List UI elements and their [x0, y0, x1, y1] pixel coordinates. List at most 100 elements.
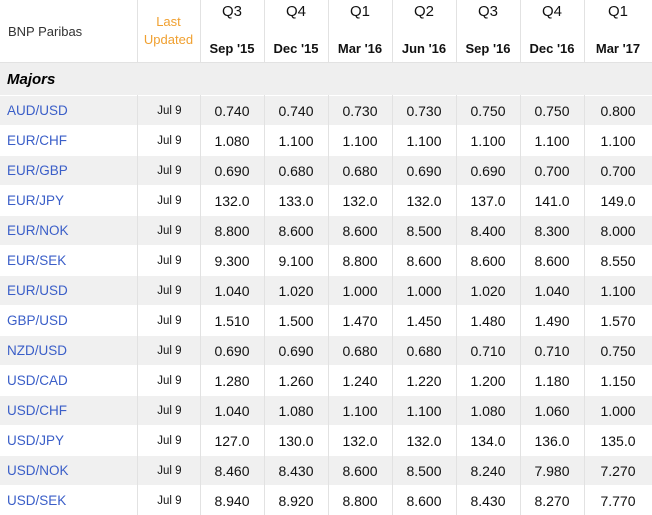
forecast-value-cell: 8.600 — [520, 246, 584, 276]
quarter-label: Q4 — [286, 3, 306, 20]
quarter-date: Sep '15 — [209, 41, 254, 56]
currency-pair-cell: USD/CAD — [0, 366, 137, 396]
table-row: EUR/JPYJul 9132.0133.0132.0132.0137.0141… — [0, 186, 652, 216]
table-row: EUR/SEKJul 99.3009.1008.8008.6008.6008.6… — [0, 246, 652, 276]
currency-pair-link[interactable]: EUR/CHF — [7, 133, 67, 148]
forecast-value-cell: 1.100 — [328, 396, 392, 426]
forecast-value-cell: 8.600 — [264, 216, 328, 246]
forecast-value-cell: 0.800 — [584, 96, 652, 126]
forecast-value-cell: 8.920 — [264, 486, 328, 515]
quarter-label: Q4 — [542, 3, 562, 20]
currency-pair-link[interactable]: NZD/USD — [7, 343, 67, 358]
last-updated-header: Last Updated — [137, 0, 200, 63]
forecast-value-cell: 1.020 — [264, 276, 328, 306]
forecast-value-cell: 0.710 — [456, 336, 520, 366]
forecast-value-cell: 132.0 — [392, 186, 456, 216]
currency-pair-link[interactable]: USD/NOK — [7, 463, 69, 478]
currency-pair-cell: USD/NOK — [0, 456, 137, 486]
forecast-value-cell: 0.730 — [328, 96, 392, 126]
quarter-header: Q4Dec '15 — [264, 0, 328, 63]
forecast-value-cell: 8.500 — [392, 456, 456, 486]
forecast-value-cell: 1.180 — [520, 366, 584, 396]
currency-pair-link[interactable]: EUR/JPY — [7, 193, 64, 208]
forecast-value-cell: 0.700 — [520, 156, 584, 186]
table-row: EUR/NOKJul 98.8008.6008.6008.5008.4008.3… — [0, 216, 652, 246]
table-body: Majors AUD/USDJul 90.7400.7400.7300.7300… — [0, 63, 652, 515]
forecast-value-cell: 127.0 — [200, 426, 264, 456]
currency-pair-link[interactable]: USD/JPY — [7, 433, 64, 448]
forecast-value-cell: 1.100 — [456, 126, 520, 156]
currency-pair-link[interactable]: EUR/USD — [7, 283, 68, 298]
forecast-value-cell: 0.690 — [456, 156, 520, 186]
currency-pair-link[interactable]: USD/SEK — [7, 493, 66, 508]
forecast-value-cell: 0.750 — [456, 96, 520, 126]
forecast-value-cell: 1.040 — [200, 396, 264, 426]
forecast-value-cell: 8.400 — [456, 216, 520, 246]
forecast-value-cell: 8.000 — [584, 216, 652, 246]
quarter-date: Mar '17 — [596, 41, 640, 56]
quarter-header: Q1Mar '16 — [328, 0, 392, 63]
forecast-value-cell: 8.270 — [520, 486, 584, 515]
currency-pair-link[interactable]: AUD/USD — [7, 103, 68, 118]
forecast-value-cell: 1.200 — [456, 366, 520, 396]
forecast-value-cell: 1.470 — [328, 306, 392, 336]
section-title: Majors — [0, 63, 652, 96]
forecast-value-cell: 133.0 — [264, 186, 328, 216]
forecast-table: BNP Paribas Last Updated Q3Sep '15 Q4Dec… — [0, 0, 652, 515]
currency-pair-cell: EUR/JPY — [0, 186, 137, 216]
forecast-value-cell: 1.150 — [584, 366, 652, 396]
forecast-value-cell: 8.550 — [584, 246, 652, 276]
last-updated-cell: Jul 9 — [137, 246, 200, 276]
currency-pair-cell: NZD/USD — [0, 336, 137, 366]
forecast-value-cell: 130.0 — [264, 426, 328, 456]
last-updated-cell: Jul 9 — [137, 156, 200, 186]
forecast-value-cell: 1.510 — [200, 306, 264, 336]
last-updated-cell: Jul 9 — [137, 366, 200, 396]
forecast-value-cell: 132.0 — [392, 426, 456, 456]
currency-pair-link[interactable]: GBP/USD — [7, 313, 68, 328]
forecast-value-cell: 1.100 — [584, 126, 652, 156]
last-updated-cell: Jul 9 — [137, 276, 200, 306]
forecast-value-cell: 8.600 — [328, 456, 392, 486]
currency-pair-link[interactable]: USD/CHF — [7, 403, 67, 418]
forecast-value-cell: 0.750 — [584, 336, 652, 366]
forecast-value-cell: 8.300 — [520, 216, 584, 246]
forecast-value-cell: 8.940 — [200, 486, 264, 515]
forecast-value-cell: 1.500 — [264, 306, 328, 336]
currency-pair-link[interactable]: EUR/NOK — [7, 223, 69, 238]
quarter-label: Q3 — [222, 3, 242, 20]
currency-pair-link[interactable]: EUR/GBP — [7, 163, 68, 178]
forecast-value-cell: 8.240 — [456, 456, 520, 486]
currency-pair-link[interactable]: USD/CAD — [7, 373, 68, 388]
forecast-value-cell: 1.570 — [584, 306, 652, 336]
table-row: USD/CHFJul 91.0401.0801.1001.1001.0801.0… — [0, 396, 652, 426]
forecast-value-cell: 8.800 — [328, 486, 392, 515]
forecast-value-cell: 1.100 — [264, 126, 328, 156]
quarter-date: Jun '16 — [402, 41, 446, 56]
forecast-value-cell: 1.020 — [456, 276, 520, 306]
forecast-value-cell: 132.0 — [328, 426, 392, 456]
quarter-date: Dec '16 — [529, 41, 574, 56]
last-updated-cell: Jul 9 — [137, 306, 200, 336]
last-updated-cell: Jul 9 — [137, 486, 200, 515]
currency-pair-cell: USD/JPY — [0, 426, 137, 456]
section-row: Majors — [0, 63, 652, 96]
forecast-value-cell: 1.100 — [392, 396, 456, 426]
currency-pair-link[interactable]: EUR/SEK — [7, 253, 66, 268]
forecast-value-cell: 1.100 — [392, 126, 456, 156]
forecast-value-cell: 9.300 — [200, 246, 264, 276]
last-updated-cell: Jul 9 — [137, 336, 200, 366]
table-row: USD/JPYJul 9127.0130.0132.0132.0134.0136… — [0, 426, 652, 456]
forecast-value-cell: 1.450 — [392, 306, 456, 336]
forecast-value-cell: 1.000 — [328, 276, 392, 306]
forecast-value-cell: 8.800 — [200, 216, 264, 246]
forecast-value-cell: 134.0 — [456, 426, 520, 456]
quarter-date: Sep '16 — [465, 41, 510, 56]
forecast-value-cell: 1.220 — [392, 366, 456, 396]
forecast-value-cell: 0.750 — [520, 96, 584, 126]
forecast-value-cell: 1.260 — [264, 366, 328, 396]
table-row: EUR/GBPJul 90.6900.6800.6800.6900.6900.7… — [0, 156, 652, 186]
forecast-value-cell: 7.270 — [584, 456, 652, 486]
last-updated-line1: Last — [138, 13, 200, 31]
forecast-value-cell: 1.000 — [584, 396, 652, 426]
